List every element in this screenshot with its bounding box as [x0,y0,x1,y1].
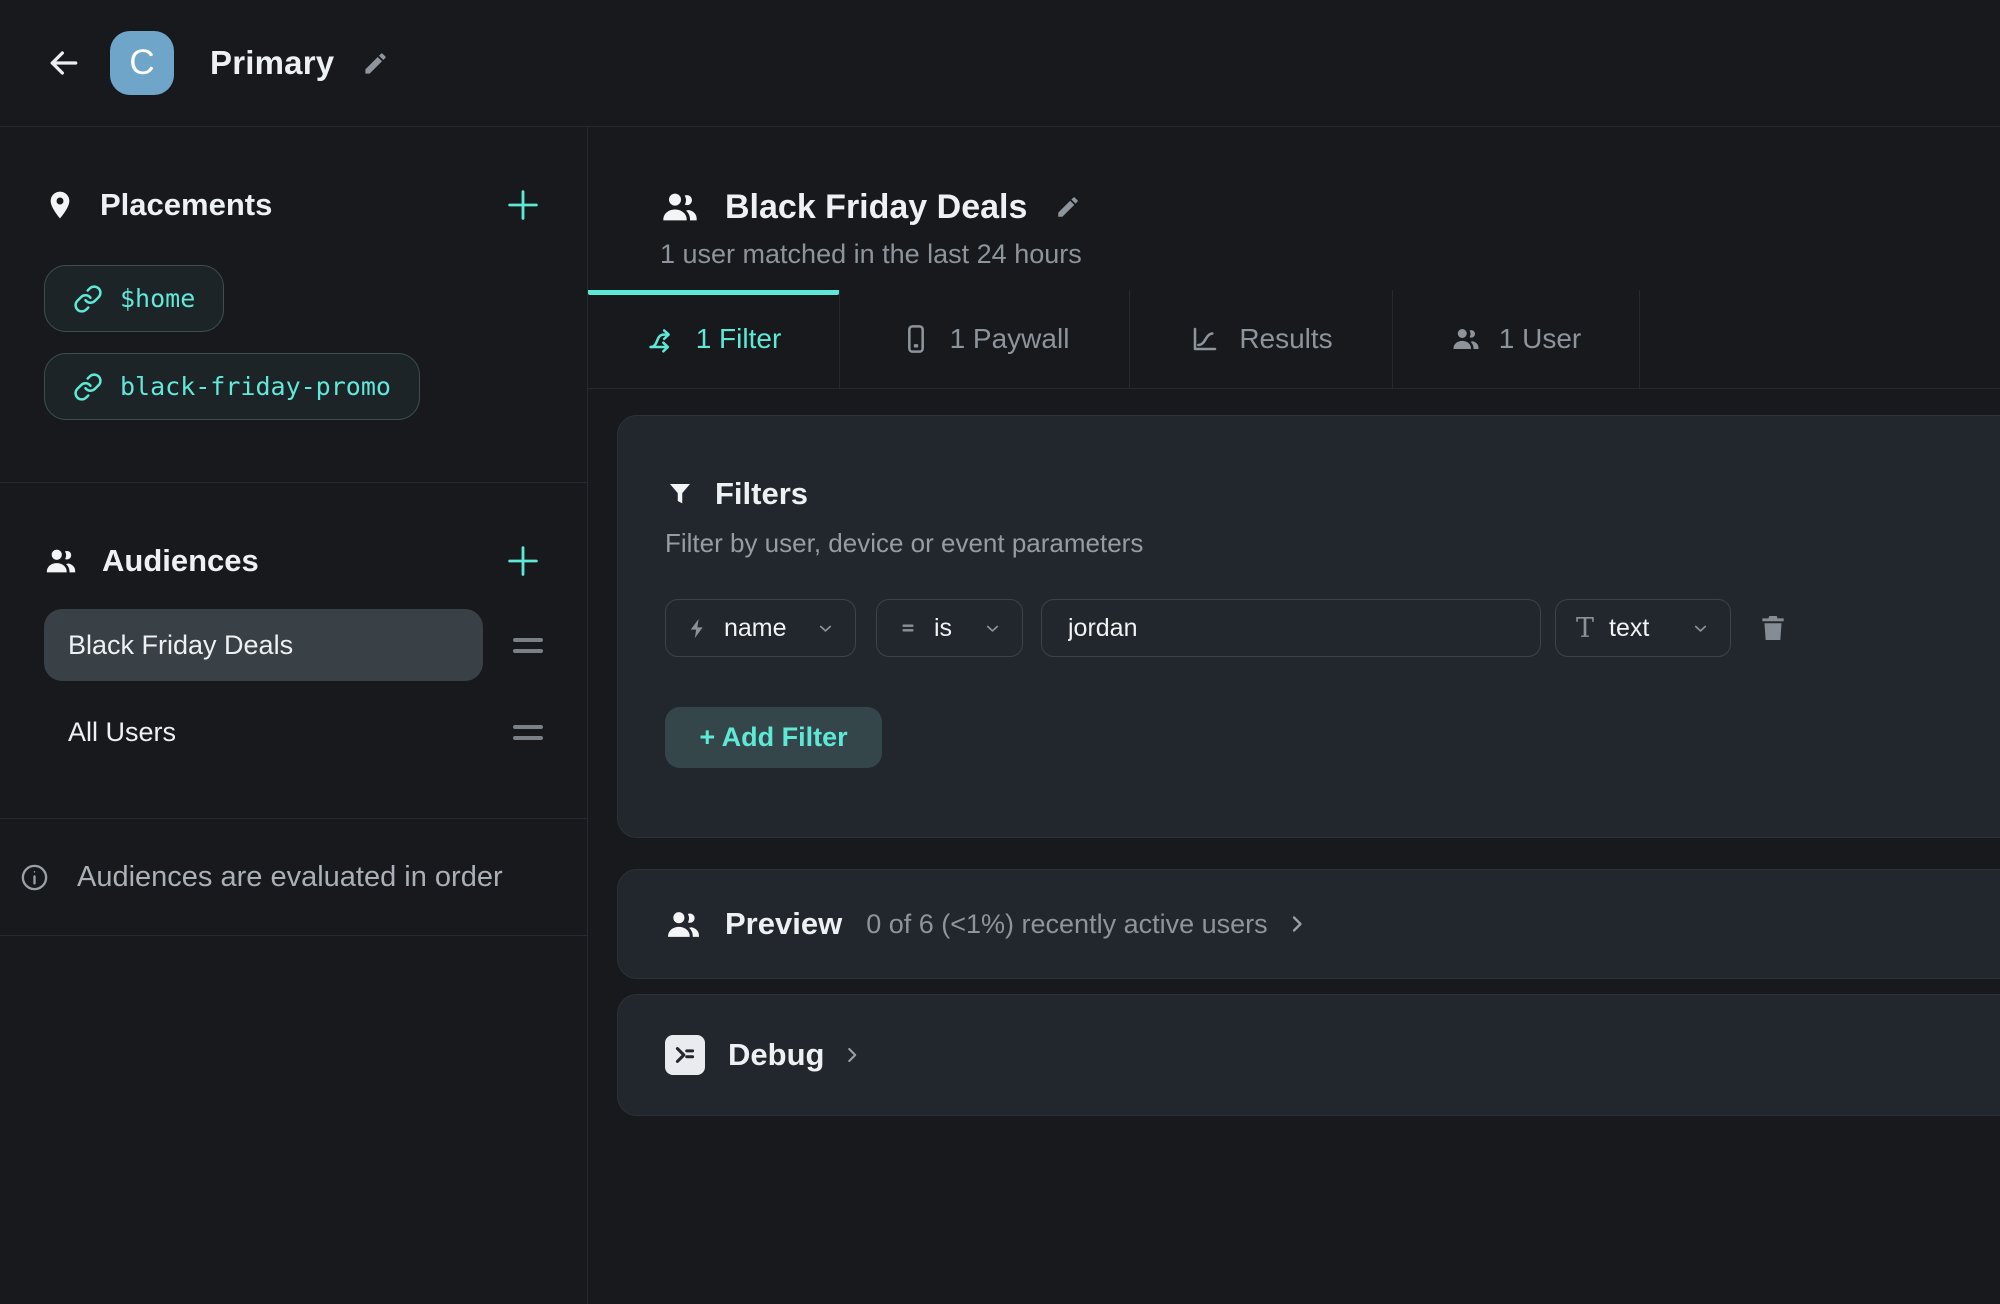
placement-chip-black-friday-promo[interactable]: black-friday-promo [44,353,420,420]
tab-label: Results [1239,323,1332,355]
chevron-right-icon [1285,912,1309,936]
pencil-icon[interactable] [1055,194,1081,220]
audience-item-black-friday-deals[interactable]: Black Friday Deals [44,609,483,681]
add-filter-button[interactable]: + Add Filter [665,707,882,768]
audience-header: Black Friday Deals 1 user matched in the… [588,127,2000,270]
project-avatar[interactable]: C [110,31,174,95]
audiences-order-note: Audiences are evaluated in order [0,819,587,935]
note-text: Audiences are evaluated in order [77,861,503,894]
parameter-dropdown[interactable]: name [665,599,856,657]
tab-filter[interactable]: 1 Filter [588,290,840,388]
main-panel: Black Friday Deals 1 user matched in the… [588,127,2000,1304]
add-placement-button[interactable] [503,185,543,225]
placement-chip-label: black-friday-promo [120,372,391,401]
audiences-title: Audiences [102,543,503,579]
debug-title: Debug [728,1037,824,1073]
operator-dropdown[interactable]: is [876,599,1023,657]
placements-section: Placements $home black-friday-promo [0,127,587,482]
preview-title: Preview [725,906,842,942]
chevron-down-icon [983,619,1002,638]
parameter-value: name [724,614,802,643]
chart-icon [1189,323,1221,355]
users-icon [44,544,78,578]
drag-handle-icon[interactable] [513,638,543,653]
add-audience-button[interactable] [503,541,543,581]
avatar-letter: C [129,43,154,83]
tab-results[interactable]: Results [1130,290,1393,388]
audience-label: All Users [68,717,176,748]
users-icon [665,906,702,943]
link-icon [73,372,103,402]
tab-label: 1 User [1499,323,1581,355]
chevron-down-icon [816,619,835,638]
tab-paywall[interactable]: 1 Paywall [840,290,1130,388]
project-title: Primary [210,44,334,82]
users-icon [1451,324,1481,354]
filter-row: name is [665,599,2000,657]
info-icon [19,862,50,893]
type-dropdown[interactable]: T text [1555,599,1731,657]
tab-user[interactable]: 1 User [1393,290,1640,388]
type-value: text [1609,614,1677,643]
phone-icon [900,323,932,355]
drag-handle-icon[interactable] [513,725,543,740]
equals-icon [897,617,919,639]
filters-title: Filters [715,476,808,512]
tab-bar: 1 Filter 1 Paywall Results 1 User [588,290,2000,389]
users-icon [660,187,700,227]
back-arrow-icon[interactable] [44,43,84,83]
divider [0,935,587,936]
preview-card[interactable]: Preview 0 of 6 (<1%) recently active use… [617,869,2000,979]
map-pin-icon [44,189,76,221]
operator-value: is [934,614,969,643]
console-icon [665,1035,705,1075]
bolt-icon [686,617,709,640]
matched-users-subtitle: 1 user matched in the last 24 hours [660,239,2000,270]
debug-card[interactable]: Debug [617,994,2000,1116]
funnel-icon [665,479,695,509]
trash-icon[interactable] [1757,612,1789,644]
preview-summary: 0 of 6 (<1%) recently active users [866,909,1267,940]
link-icon [73,284,103,314]
placement-chip-label: $home [120,284,195,313]
serif-t-icon: T [1576,615,1594,642]
chevron-right-icon [841,1044,863,1066]
page-title: Black Friday Deals [725,188,1027,227]
audience-row: Black Friday Deals [44,609,543,681]
audience-row: All Users [44,696,543,768]
filter-value-input[interactable] [1041,599,1541,657]
top-header: C Primary [0,0,2000,127]
placements-title: Placements [100,187,503,223]
pencil-icon[interactable] [362,50,389,77]
audiences-section: Audiences Black Friday Deals All Users [0,483,587,818]
audience-item-all-users[interactable]: All Users [44,696,483,768]
sidebar: Placements $home black-friday-promo [0,127,588,1304]
filters-card: Filters Filter by user, device or event … [617,415,2000,838]
tab-label: 1 Paywall [950,323,1070,355]
tab-label: 1 Filter [696,323,782,355]
audience-label: Black Friday Deals [68,630,293,661]
placement-chip-home[interactable]: $home [44,265,224,332]
split-arrows-icon [646,323,678,355]
filters-subtitle: Filter by user, device or event paramete… [665,528,2000,559]
chevron-down-icon [1691,619,1710,638]
